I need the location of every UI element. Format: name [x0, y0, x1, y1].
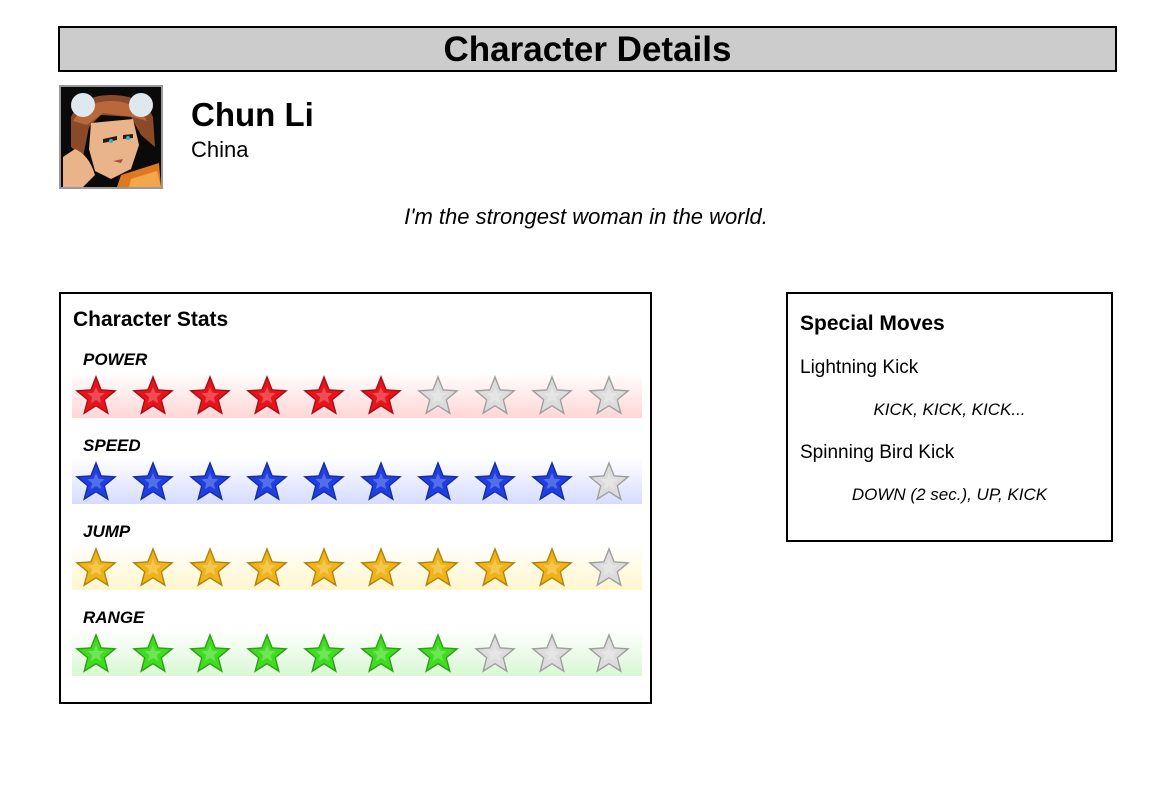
star-filled-icon	[189, 461, 231, 501]
star-empty-icon	[588, 375, 630, 415]
star-filled-icon	[417, 461, 459, 501]
star-filled-icon	[303, 461, 345, 501]
star-filled-icon	[75, 375, 117, 415]
stat-rating	[72, 372, 642, 418]
star-filled-icon	[531, 547, 573, 587]
move-input: DOWN (2 sec.), UP, KICK	[851, 485, 1048, 504]
character-stats-panel: Character Stats POWER SPEED JUMP RANGE	[59, 292, 652, 704]
character-country: China	[191, 137, 249, 162]
star-filled-icon	[417, 547, 459, 587]
star-filled-icon	[303, 375, 345, 415]
move-name: Spinning Bird Kick	[800, 442, 955, 463]
stat-rating	[72, 458, 642, 504]
star-filled-icon	[189, 547, 231, 587]
stat-label: POWER	[83, 350, 148, 369]
star-filled-icon	[189, 633, 231, 673]
star-filled-icon	[474, 547, 516, 587]
star-filled-icon	[75, 461, 117, 501]
character-quote: I'm the strongest woman in the world.	[404, 204, 768, 229]
stat-rating	[72, 630, 642, 676]
star-empty-icon	[531, 633, 573, 673]
star-filled-icon	[132, 375, 174, 415]
star-filled-icon	[246, 461, 288, 501]
stat-label: SPEED	[83, 436, 141, 455]
star-filled-icon	[75, 633, 117, 673]
star-filled-icon	[360, 461, 402, 501]
star-empty-icon	[531, 375, 573, 415]
star-filled-icon	[417, 633, 459, 673]
star-empty-icon	[474, 633, 516, 673]
star-filled-icon	[75, 547, 117, 587]
star-filled-icon	[246, 547, 288, 587]
page-header: Character Details	[58, 26, 1117, 72]
character-portrait	[59, 85, 163, 189]
star-empty-icon	[588, 461, 630, 501]
moves-title: Special Moves	[800, 312, 945, 335]
star-empty-icon	[588, 547, 630, 587]
star-filled-icon	[531, 461, 573, 501]
star-filled-icon	[360, 375, 402, 415]
star-filled-icon	[132, 461, 174, 501]
stats-title: Character Stats	[73, 308, 229, 331]
character-name: Chun Li	[191, 96, 314, 133]
star-filled-icon	[303, 633, 345, 673]
move-input: KICK, KICK, KICK...	[873, 400, 1026, 419]
star-filled-icon	[132, 633, 174, 673]
star-filled-icon	[132, 547, 174, 587]
star-empty-icon	[588, 633, 630, 673]
star-filled-icon	[474, 461, 516, 501]
stat-label: JUMP	[83, 522, 131, 541]
star-filled-icon	[246, 375, 288, 415]
star-filled-icon	[189, 375, 231, 415]
stat-label: RANGE	[83, 608, 145, 627]
star-filled-icon	[360, 633, 402, 673]
star-empty-icon	[474, 375, 516, 415]
star-filled-icon	[303, 547, 345, 587]
stat-rating	[72, 544, 642, 590]
special-moves-panel: Special Moves Lightning Kick KICK, KICK,…	[786, 292, 1113, 542]
star-filled-icon	[246, 633, 288, 673]
portrait-image	[61, 87, 161, 187]
star-filled-icon	[360, 547, 402, 587]
star-empty-icon	[417, 375, 459, 415]
page-title: Character Details	[443, 29, 732, 69]
move-name: Lightning Kick	[800, 357, 919, 378]
